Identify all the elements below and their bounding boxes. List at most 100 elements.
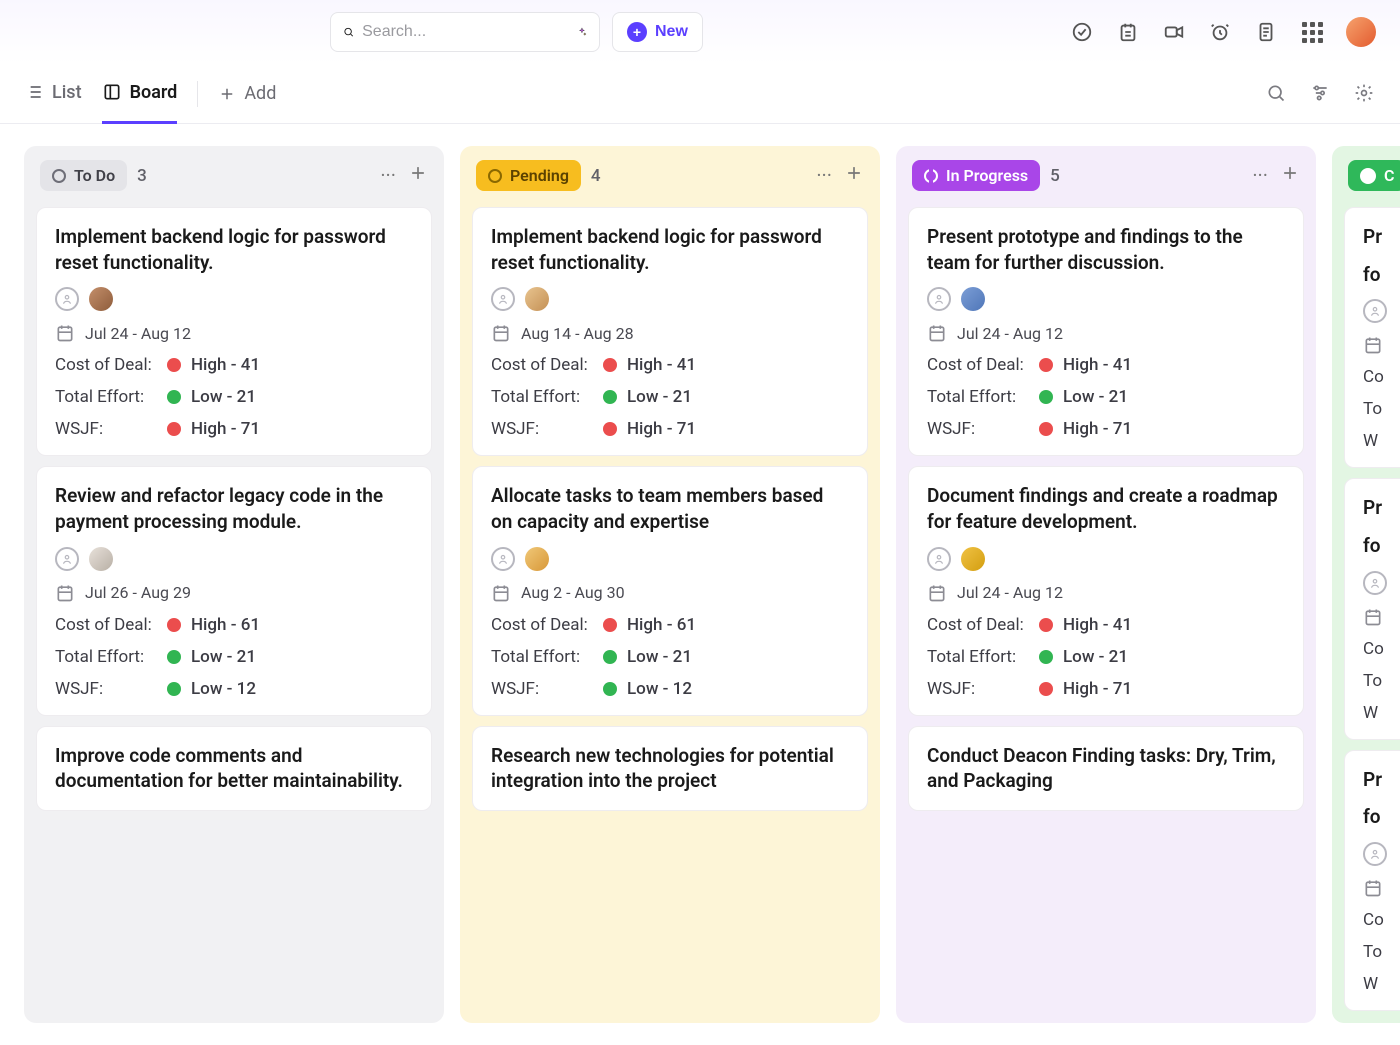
column-add-icon[interactable]	[408, 163, 428, 188]
metric-row-cost_of_deal: Cost of Deal:High - 61	[55, 615, 413, 635]
assignee-placeholder-icon[interactable]	[1363, 842, 1387, 866]
column-count: 5	[1050, 166, 1060, 186]
metric-value: Low - 21	[191, 387, 256, 407]
card-date-row: Aug 2 - Aug 30	[491, 583, 849, 603]
checkmark-circle-icon[interactable]	[1070, 20, 1094, 44]
column-add-icon[interactable]	[1280, 163, 1300, 188]
task-card[interactable]: Allocate tasks to team members based on …	[472, 466, 868, 715]
metric-row-fragment: To	[1363, 671, 1400, 691]
card-date: Jul 24 - Aug 12	[957, 324, 1063, 343]
metric-label: Total Effort:	[55, 387, 167, 407]
assignee-placeholder-icon[interactable]	[1363, 571, 1387, 595]
card-date-row	[1363, 878, 1400, 898]
priority-dot-low	[603, 390, 617, 404]
status-pill-complete[interactable]: C	[1348, 160, 1400, 191]
assignee-avatar[interactable]	[89, 287, 113, 311]
view-tab-list[interactable]: List	[24, 64, 82, 124]
column-more-icon[interactable]: ···	[380, 163, 396, 188]
metric-row-wsjf: WSJF:High - 71	[927, 419, 1285, 439]
metric-value: High - 71	[627, 419, 696, 439]
view-tab-board-label: Board	[130, 82, 178, 103]
column-pending: Pending 4 ··· Implement backend logic for p…	[460, 146, 880, 1023]
card-date: Jul 26 - Aug 29	[85, 583, 191, 602]
status-pill-todo[interactable]: To Do	[40, 160, 127, 191]
status-pill-label: Pending	[510, 166, 569, 185]
task-card[interactable]: Document findings and create a roadmap f…	[908, 466, 1304, 715]
column-more-icon[interactable]: ···	[816, 163, 832, 188]
assignee-placeholder-icon[interactable]	[1363, 299, 1387, 323]
user-avatar[interactable]	[1346, 17, 1376, 47]
priority-dot-high	[1039, 422, 1053, 436]
assignee-placeholder-icon[interactable]	[55, 547, 79, 571]
gear-icon[interactable]	[1354, 83, 1376, 105]
search-input[interactable]	[362, 23, 569, 41]
priority-dot-high	[1039, 358, 1053, 372]
priority-dot-high	[603, 618, 617, 632]
task-card[interactable]: Implement backend logic for password res…	[472, 207, 868, 456]
add-view-button[interactable]: Add	[218, 83, 276, 104]
document-icon[interactable]	[1254, 20, 1278, 44]
priority-dot-high	[1039, 682, 1053, 696]
task-card[interactable]: PrfoCoToW	[1344, 478, 1400, 739]
viewbar-actions	[1266, 83, 1376, 105]
metric-value: Low - 12	[191, 679, 256, 699]
search-view-icon[interactable]	[1266, 83, 1288, 105]
metric-row-fragment: To	[1363, 399, 1400, 419]
metric-row-cost_of_deal: Cost of Deal:High - 41	[55, 355, 413, 375]
metric-row-fragment: Co	[1363, 367, 1400, 387]
filter-icon[interactable]	[1310, 83, 1332, 105]
assignee-avatar[interactable]	[961, 287, 985, 311]
view-tab-board[interactable]: Board	[102, 64, 178, 124]
assignee-placeholder-icon[interactable]	[491, 547, 515, 571]
card-title: Implement backend logic for password res…	[491, 224, 849, 275]
priority-dot-high	[603, 422, 617, 436]
column-header: Pending 4 ···	[472, 158, 868, 197]
assignee-avatar[interactable]	[525, 547, 549, 571]
view-separator	[197, 81, 198, 107]
assignee-avatar[interactable]	[89, 547, 113, 571]
new-button[interactable]: + New	[612, 12, 703, 52]
card-title: Research new technologies for potential …	[491, 743, 849, 794]
card-title-line2: fo	[1363, 533, 1400, 559]
metric-value: Low - 21	[191, 647, 256, 667]
task-card[interactable]: Improve code comments and documentation …	[36, 726, 432, 811]
column-count: 4	[591, 166, 601, 186]
board: To Do3···Implement backend logic for pas…	[0, 124, 1400, 1045]
assignee-placeholder-icon[interactable]	[927, 547, 951, 571]
column-add-icon[interactable]	[844, 163, 864, 188]
task-card[interactable]: Review and refactor legacy code in the p…	[36, 466, 432, 715]
status-pill-pending[interactable]: Pending	[476, 160, 581, 191]
assignee-placeholder-icon[interactable]	[491, 287, 515, 311]
card-title: Pr	[1363, 767, 1400, 793]
task-card[interactable]: Research new technologies for potential …	[472, 726, 868, 811]
card-date-row	[1363, 335, 1400, 355]
metric-row-total_effort: Total Effort:Low - 21	[491, 647, 849, 667]
card-assignee-row	[55, 547, 413, 571]
task-card[interactable]: PrfoCoToW	[1344, 750, 1400, 1011]
assignee-placeholder-icon[interactable]	[55, 287, 79, 311]
alarm-icon[interactable]	[1208, 20, 1232, 44]
notepad-icon[interactable]	[1116, 20, 1140, 44]
apps-grid-icon[interactable]	[1300, 20, 1324, 44]
metric-row-total_effort: Total Effort:Low - 21	[491, 387, 849, 407]
status-pill-inprogress[interactable]: In Progress	[912, 160, 1040, 191]
task-card[interactable]: PrfoCoToW	[1344, 207, 1400, 468]
sparkle-icon	[577, 24, 587, 40]
column-more-icon[interactable]: ···	[1252, 163, 1268, 188]
task-card[interactable]: Present prototype and findings to the te…	[908, 207, 1304, 456]
priority-dot-low	[603, 650, 617, 664]
assignee-avatar[interactable]	[961, 547, 985, 571]
assignee-placeholder-icon[interactable]	[927, 287, 951, 311]
status-pill-label: C	[1384, 166, 1394, 185]
metric-value: High - 71	[1063, 679, 1132, 699]
assignee-avatar[interactable]	[525, 287, 549, 311]
task-card[interactable]: Implement backend logic for password res…	[36, 207, 432, 456]
metric-row-fragment: W	[1363, 974, 1400, 994]
search-box[interactable]	[330, 12, 600, 52]
video-icon[interactable]	[1162, 20, 1186, 44]
column-header: C	[1344, 158, 1400, 197]
task-card[interactable]: Conduct Deacon Finding tasks: Dry, Trim,…	[908, 726, 1304, 811]
priority-dot-high	[1039, 618, 1053, 632]
add-view-label: Add	[244, 83, 276, 104]
status-pill-label: To Do	[74, 166, 115, 185]
